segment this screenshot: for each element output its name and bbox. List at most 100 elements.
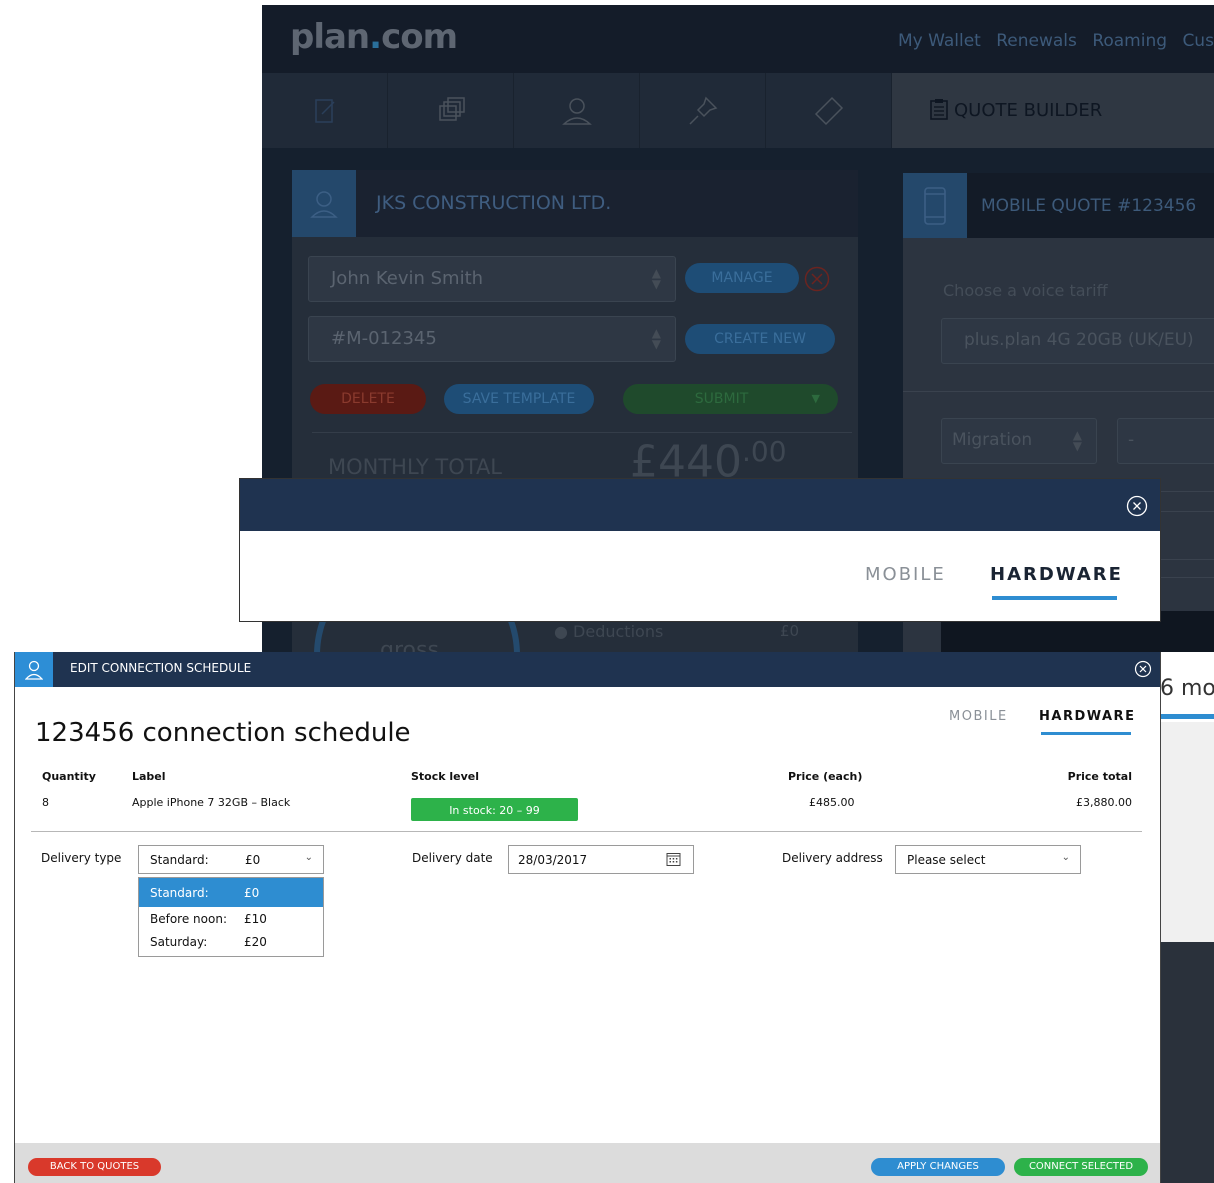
divider	[31, 831, 1142, 832]
background-strip-panel	[1161, 722, 1214, 942]
customer-panel-header: JKS CONSTRUCTION LTD.	[292, 170, 858, 237]
quote-builder-label: QUOTE BUILDER	[954, 100, 1103, 121]
delivery-type-label: Delivery type	[41, 851, 122, 865]
submit-button[interactable]: SUBMIT ▼	[623, 384, 838, 414]
delivery-address-select[interactable]: Please select ⌄	[895, 845, 1081, 874]
updown-icon: ▲ ▼	[1072, 428, 1082, 453]
create-new-button[interactable]: CREATE NEW	[685, 324, 835, 354]
modal-footer: BACK TO QUOTES APPLY CHANGES CONNECT SEL…	[15, 1143, 1160, 1183]
deductions-value: £0	[780, 622, 800, 640]
account-value: #M-012345	[331, 328, 437, 349]
delivery-type-select[interactable]: Standard: £0 ⌄	[138, 845, 324, 874]
submit-label: SUBMIT	[694, 391, 749, 407]
pin-icon	[688, 96, 717, 125]
document-edit-icon	[314, 98, 335, 123]
mobile-quote-header: MOBILE QUOTE #123456	[903, 173, 1214, 238]
stacked-pages-icon	[438, 96, 465, 121]
monthly-total-label: MONTHLY TOTAL	[328, 455, 503, 479]
secondary-select[interactable]: -	[1117, 418, 1214, 464]
migration-select[interactable]: Migration ▲ ▼	[941, 418, 1097, 464]
chevron-down-icon: ⌄	[304, 852, 313, 863]
delivery-type-name: Standard:	[150, 853, 209, 867]
updown-icon: ▲ ▼	[651, 266, 661, 291]
close-icon[interactable]	[1134, 660, 1152, 678]
toolbar-quote-tab[interactable]	[262, 73, 388, 148]
column-header-price-each: Price (each)	[788, 770, 863, 783]
nav-customers[interactable]: Custo	[1182, 31, 1214, 51]
delivery-address-label: Delivery address	[782, 851, 883, 865]
top-bar: plan.com My Wallet Renewals Roaming Cust…	[262, 5, 1214, 73]
edit-connection-modal: EDIT CONNECTION SCHEDULE 123456 connecti…	[14, 652, 1161, 1183]
column-header-stock: Stock level	[411, 770, 480, 783]
column-header-price-total: Price total	[1067, 770, 1132, 783]
tab-mobile[interactable]: MOBILE	[949, 709, 1008, 724]
quote-builder-tab[interactable]: QUOTE BUILDER	[892, 73, 1214, 148]
mobile-quote-title: MOBILE QUOTE #123456	[981, 196, 1197, 216]
delivery-type-dropdown: Standard: £0 Before noon: £10 Saturday: …	[138, 877, 324, 957]
remove-icon[interactable]	[804, 266, 830, 292]
background-strip-top: 6 mo	[1160, 652, 1214, 722]
updown-icon: ▲ ▼	[651, 326, 661, 351]
calendar-icon[interactable]	[666, 852, 681, 867]
back-to-quotes-button[interactable]: BACK TO QUOTES	[28, 1158, 161, 1176]
page-title: 123456 connection schedule	[35, 718, 411, 748]
tab-modal-header	[240, 479, 1160, 531]
toolbar-user-tab[interactable]	[514, 73, 640, 148]
nav-roaming[interactable]: Roaming	[1092, 31, 1167, 51]
row-price-total: £3,880.00	[1076, 796, 1132, 809]
row-quantity: 8	[42, 796, 49, 809]
save-template-button[interactable]: SAVE TEMPLATE	[444, 384, 594, 414]
row-label: Apple iPhone 7 32GB – Black	[132, 796, 291, 809]
company-name: JKS CONSTRUCTION LTD.	[376, 192, 612, 214]
tab-mobile[interactable]: MOBILE	[865, 564, 946, 585]
divider	[312, 432, 852, 433]
logo: plan.com	[290, 17, 458, 57]
contact-select[interactable]: John Kevin Smith ▲ ▼	[308, 256, 676, 302]
nav-renewals[interactable]: Renewals	[996, 31, 1077, 51]
tab-hardware[interactable]: HARDWARE	[1039, 709, 1135, 724]
modal-header: EDIT CONNECTION SCHEDULE	[15, 652, 1160, 687]
choose-tariff-label: Choose a voice tariff	[943, 281, 1108, 300]
modal-header-title: EDIT CONNECTION SCHEDULE	[70, 661, 252, 675]
manage-button[interactable]: MANAGE	[685, 263, 799, 293]
active-tab-indicator	[992, 596, 1117, 600]
ticket-icon	[814, 96, 843, 125]
chevron-down-icon: ⌄	[1061, 852, 1070, 863]
delivery-option-before-noon[interactable]: Before noon: £10	[139, 907, 323, 930]
nav-my-wallet[interactable]: My Wallet	[898, 31, 981, 51]
apply-changes-button[interactable]: APPLY CHANGES	[871, 1158, 1005, 1176]
delivery-date-input[interactable]: 28/03/2017	[508, 845, 694, 874]
delivery-option-saturday[interactable]: Saturday: £20	[139, 930, 323, 953]
clipboard-icon	[930, 99, 948, 120]
user-icon	[561, 97, 592, 125]
user-icon	[292, 170, 356, 237]
delivery-address-value: Please select	[907, 853, 986, 867]
phone-icon	[903, 173, 967, 238]
divider	[903, 391, 1214, 392]
toolbar-pin-tab[interactable]	[640, 73, 766, 148]
delivery-date-value: 28/03/2017	[518, 853, 588, 867]
months-label: 6 mo	[1160, 676, 1214, 701]
delete-button[interactable]: DELETE	[310, 384, 426, 414]
connect-selected-button[interactable]: CONNECT SELECTED	[1014, 1158, 1148, 1176]
top-nav: My Wallet Renewals Roaming Custo	[898, 31, 1214, 51]
account-select[interactable]: #M-012345 ▲ ▼	[308, 316, 676, 362]
delivery-option-standard[interactable]: Standard: £0	[139, 878, 323, 907]
tariff-select[interactable]: plus.plan 4G 20GB (UK/EU)	[941, 318, 1214, 364]
active-tab-indicator	[1041, 732, 1131, 735]
close-icon[interactable]	[1126, 495, 1148, 517]
icon-toolbar	[262, 73, 892, 148]
user-icon	[15, 652, 53, 687]
toolbar-ticket-tab[interactable]	[766, 73, 892, 148]
divider	[1161, 714, 1214, 719]
stock-badge: In stock: 20 – 99	[411, 798, 578, 821]
column-header-quantity: Quantity	[42, 770, 96, 783]
column-header-label: Label	[132, 770, 166, 783]
background-strip: 6 mo	[1160, 652, 1214, 1183]
deductions-label: ● Deductions	[554, 622, 664, 641]
toolbar-copies-tab[interactable]	[388, 73, 514, 148]
delivery-type-price: £0	[245, 853, 261, 867]
delivery-date-label: Delivery date	[412, 851, 493, 865]
tab-hardware[interactable]: HARDWARE	[990, 564, 1123, 585]
row-price-each: £485.00	[809, 796, 855, 809]
